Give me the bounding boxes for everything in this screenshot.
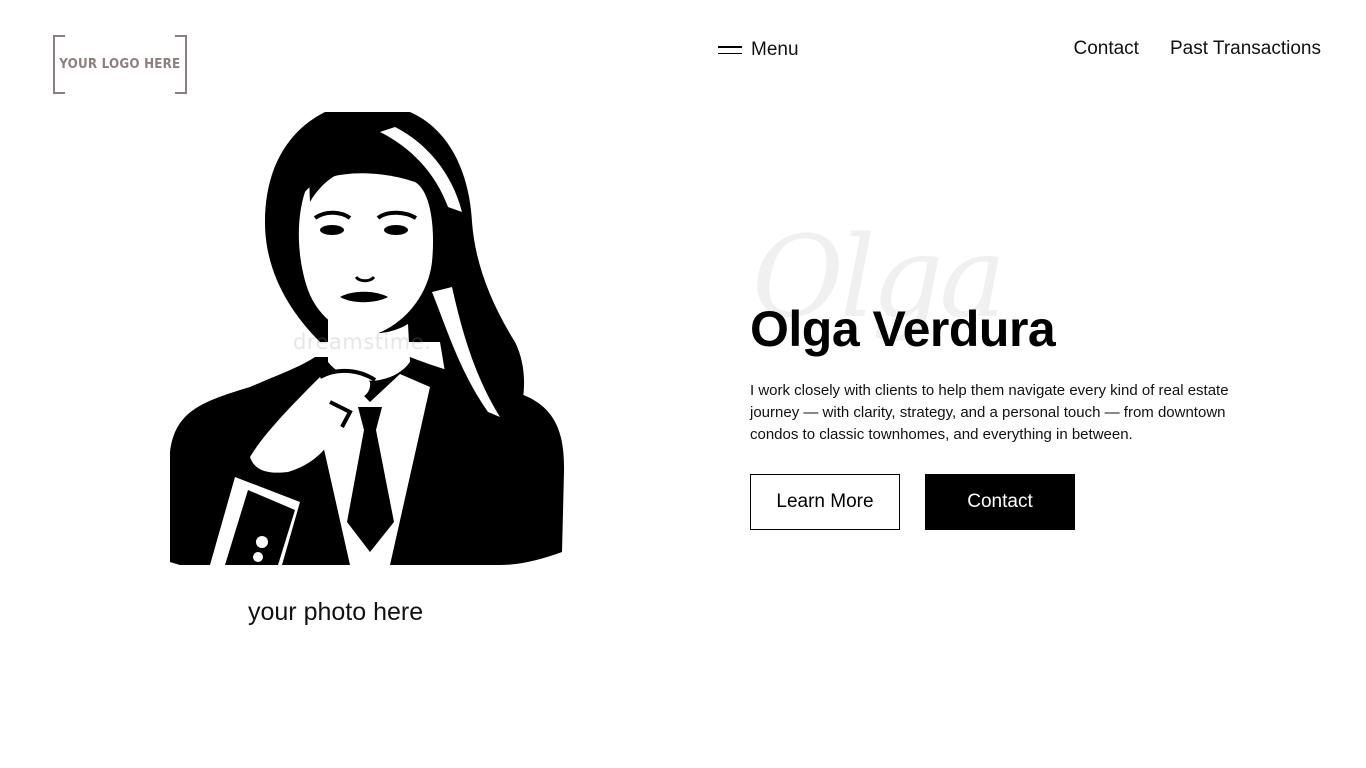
watermark-text: dreamstime. xyxy=(293,330,432,354)
learn-more-button[interactable]: Learn More xyxy=(750,474,900,530)
logo-text: YOUR LOGO HERE xyxy=(59,57,181,72)
hamburger-icon xyxy=(718,46,742,54)
nav-link-past-transactions[interactable]: Past Transactions xyxy=(1170,38,1321,60)
agent-description: I work closely with clients to help them… xyxy=(750,382,1229,443)
photo-caption: your photo here xyxy=(248,598,424,626)
nav-link-contact[interactable]: Contact xyxy=(1073,38,1138,60)
menu-button[interactable]: Menu xyxy=(718,38,799,62)
logo[interactable]: YOUR LOGO HERE xyxy=(53,35,187,94)
agent-name-heading: Olga Verdura xyxy=(750,301,1056,357)
contact-button[interactable]: Contact xyxy=(925,474,1075,530)
menu-label: Menu xyxy=(751,39,799,60)
top-nav: Contact Past Transactions xyxy=(1073,38,1321,60)
